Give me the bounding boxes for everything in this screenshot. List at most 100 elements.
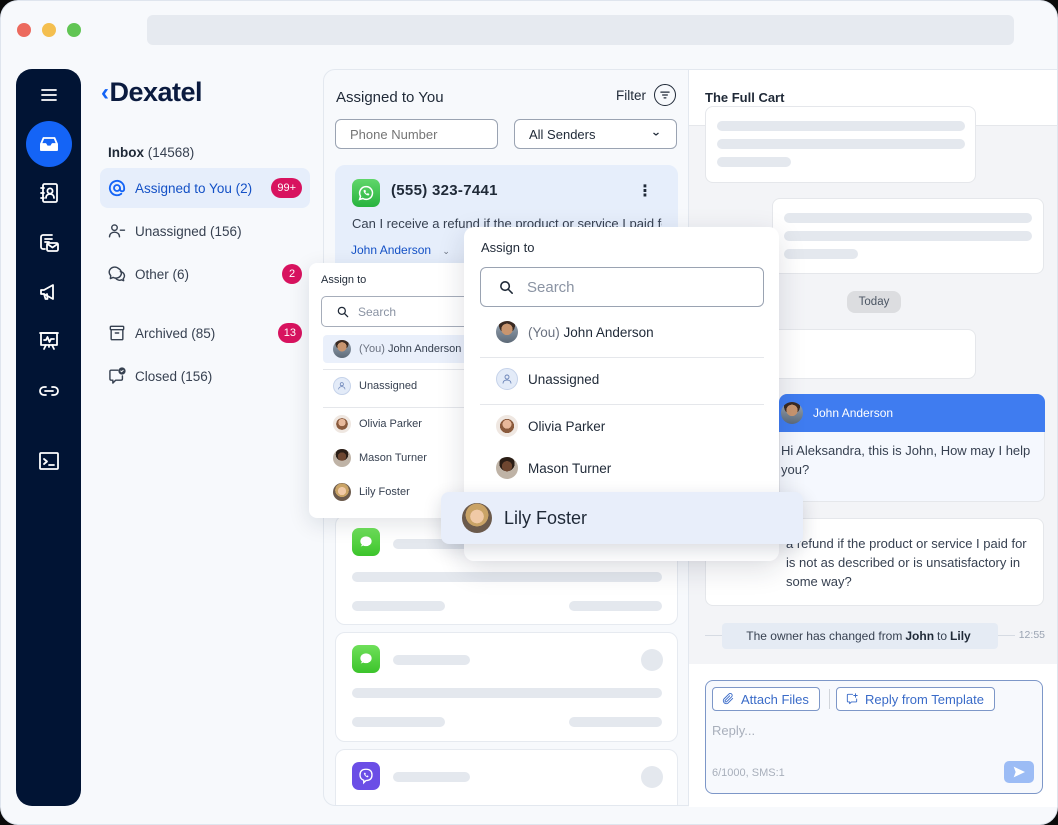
paperclip-icon bbox=[722, 693, 734, 705]
divider bbox=[829, 689, 830, 709]
assign-option-john-anderson[interactable]: (You) John Anderson bbox=[496, 317, 654, 347]
avatar bbox=[496, 321, 518, 343]
maximize-window-button[interactable] bbox=[67, 23, 81, 37]
option-name: Mason Turner bbox=[359, 452, 427, 464]
nav-item-label: Archived (85) bbox=[135, 325, 216, 341]
unassigned-avatar-icon bbox=[496, 368, 518, 390]
skeleton-line bbox=[784, 231, 1032, 241]
owner-name: John Anderson bbox=[351, 243, 432, 257]
assign-dropdown-compact: Assign to Search (You) John Anderson Una… bbox=[309, 263, 477, 518]
assign-search-input[interactable]: Search bbox=[321, 296, 477, 327]
assign-option-olivia-parker[interactable]: Olivia Parker bbox=[496, 411, 605, 441]
list-title: Assigned to You bbox=[336, 89, 444, 106]
avatar bbox=[462, 503, 492, 533]
reply-from-template-label: Reply from Template bbox=[865, 691, 984, 707]
nav-item-assigned-to-you[interactable]: Assigned to You (2) 99+ bbox=[100, 168, 310, 208]
nav-item-label: Other (6) bbox=[135, 266, 190, 282]
nav-item-unassigned[interactable]: Unassigned (156) bbox=[100, 211, 310, 251]
senders-select[interactable]: All Senders bbox=[514, 119, 677, 149]
send-button[interactable] bbox=[1004, 761, 1034, 783]
option-name: Unassigned bbox=[359, 380, 418, 392]
logo-text: Dexatel bbox=[109, 77, 203, 107]
assign-option-mason-turner[interactable]: Mason Turner bbox=[496, 453, 611, 483]
conversation-card[interactable] bbox=[335, 632, 678, 742]
conversation-phone: (555) 323-7441 bbox=[391, 182, 498, 199]
chat-title: The Full Cart bbox=[705, 90, 785, 105]
system-message: The owner has changed from John to Lily bbox=[722, 623, 998, 649]
rail-inbox-button[interactable] bbox=[25, 121, 72, 167]
chevron-down-icon bbox=[653, 132, 659, 136]
assign-option-mason-turner[interactable]: Mason Turner bbox=[323, 444, 473, 472]
attach-files-button[interactable]: Attach Files bbox=[712, 687, 820, 711]
assign-option-john-anderson[interactable]: (You) John Anderson bbox=[323, 335, 477, 363]
assign-option-unassigned[interactable]: Unassigned bbox=[323, 372, 473, 400]
reply-input[interactable] bbox=[712, 719, 1032, 741]
skeleton-line bbox=[569, 717, 662, 727]
menu-button[interactable] bbox=[37, 83, 61, 107]
composer: Attach Files Reply from Template 6/1000,… bbox=[705, 680, 1043, 794]
avatar bbox=[496, 415, 518, 437]
rail-links-button[interactable] bbox=[37, 379, 61, 403]
viber-icon bbox=[352, 762, 380, 790]
agent-message-header: John Anderson bbox=[779, 394, 1045, 432]
rail-analytics-button[interactable] bbox=[37, 329, 61, 353]
rail-developer-button[interactable] bbox=[37, 449, 61, 473]
campaigns-icon bbox=[39, 284, 54, 300]
rail-contacts-button[interactable] bbox=[37, 181, 61, 205]
logo-mark: ‹ bbox=[101, 78, 109, 106]
terminal-icon bbox=[38, 452, 59, 470]
avatar bbox=[333, 449, 351, 467]
option-name: Olivia Parker bbox=[359, 418, 422, 430]
divider bbox=[480, 404, 764, 405]
skeleton-line bbox=[717, 157, 791, 167]
new-owner: Lily bbox=[950, 629, 971, 643]
option-name: Lily Foster bbox=[359, 486, 410, 498]
rail-campaigns-button[interactable] bbox=[37, 280, 61, 304]
avatar bbox=[496, 457, 518, 479]
character-counter: 6/1000, SMS:1 bbox=[712, 767, 785, 779]
assign-option-olivia-parker[interactable]: Olivia Parker bbox=[323, 410, 473, 438]
system-message-text: The owner has changed from bbox=[746, 629, 903, 643]
system-message-time: 12:55 bbox=[1014, 629, 1045, 641]
at-icon bbox=[106, 177, 128, 199]
dropdown-title: Assign to bbox=[321, 274, 367, 286]
owner-selector[interactable]: John Anderson ⌄ bbox=[351, 243, 450, 257]
template-icon bbox=[846, 693, 858, 705]
more-options-icon[interactable]: ⋮ bbox=[637, 184, 653, 200]
phone-number-input[interactable] bbox=[335, 119, 498, 149]
skeleton-line bbox=[393, 655, 470, 665]
nav-item-other[interactable]: Other (6) 2 bbox=[100, 254, 310, 294]
skeleton-line bbox=[569, 601, 662, 611]
assign-option-unassigned[interactable]: Unassigned bbox=[496, 364, 599, 394]
link-icon bbox=[38, 386, 59, 396]
composer-area: Attach Files Reply from Template 6/1000,… bbox=[689, 664, 1057, 807]
option-name: Olivia Parker bbox=[528, 418, 606, 434]
address-bar[interactable] bbox=[147, 15, 1014, 45]
reply-from-template-button[interactable]: Reply from Template bbox=[836, 687, 995, 711]
skeleton-line bbox=[393, 772, 470, 782]
assign-search-input[interactable]: Search bbox=[480, 267, 764, 307]
count-badge: 13 bbox=[277, 323, 302, 343]
you-label: (You) bbox=[359, 343, 385, 355]
window-controls bbox=[17, 23, 81, 37]
inbox-label: Inbox bbox=[108, 145, 144, 160]
skeleton-line bbox=[784, 213, 1032, 223]
skeleton-avatar bbox=[641, 766, 663, 788]
messages-icon bbox=[39, 234, 59, 252]
assign-option-lily-foster-dragging[interactable]: Lily Foster bbox=[441, 492, 803, 544]
conversation-card[interactable] bbox=[335, 749, 678, 805]
nav-item-archived[interactable]: Archived (85) 13 bbox=[100, 313, 310, 353]
menu-icon bbox=[40, 89, 57, 101]
inbox-heading: Inbox (14568) bbox=[108, 145, 194, 160]
option-name: Mason Turner bbox=[528, 460, 612, 476]
filter-icon bbox=[654, 84, 676, 106]
nav-item-closed[interactable]: Closed (156) bbox=[100, 356, 310, 396]
rail-messages-button[interactable] bbox=[37, 231, 61, 255]
message-bubble-skeleton bbox=[705, 106, 976, 183]
inbox-count: (14568) bbox=[147, 145, 195, 160]
message-text: Hi Aleksandra, this is John, How may I h… bbox=[781, 443, 1031, 477]
close-window-button[interactable] bbox=[17, 23, 31, 37]
filter-button[interactable]: Filter bbox=[616, 84, 676, 106]
minimize-window-button[interactable] bbox=[42, 23, 56, 37]
system-message-joiner: to bbox=[937, 629, 948, 643]
